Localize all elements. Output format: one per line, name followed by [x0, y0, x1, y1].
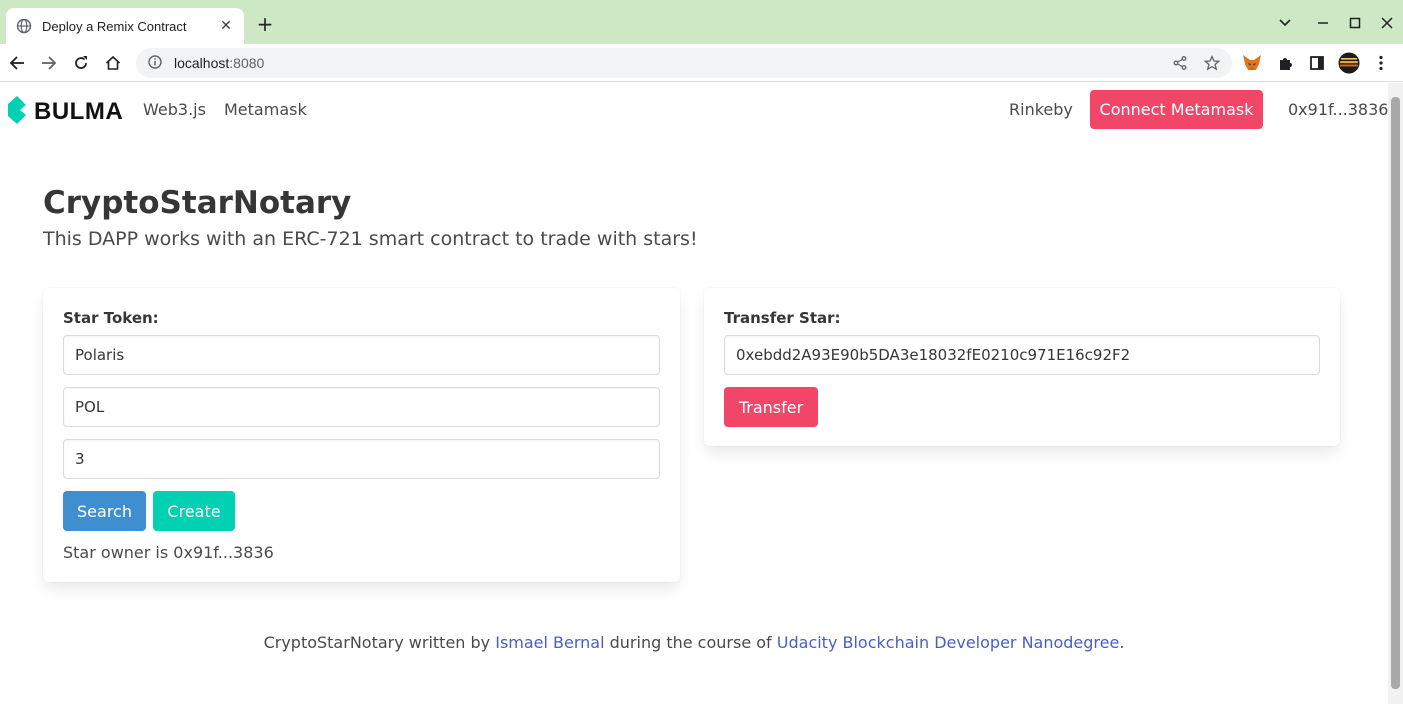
star-token-label: Star Token:: [63, 309, 159, 327]
page-title: CryptoStarNotary: [43, 185, 352, 221]
footer-suffix: .: [1119, 633, 1125, 652]
author-link[interactable]: Ismael Bernal: [495, 633, 604, 652]
brand-logo[interactable]: BULMA: [8, 96, 123, 128]
metamask-fox-icon[interactable]: [1240, 51, 1264, 75]
maximize-icon[interactable]: [1344, 12, 1366, 34]
back-icon[interactable]: [5, 51, 29, 75]
footer: CryptoStarNotary written by Ismael Berna…: [0, 633, 1388, 652]
create-button[interactable]: Create: [153, 491, 235, 531]
search-button[interactable]: Search: [63, 491, 146, 531]
tab-title: Deploy a Remix Contract: [42, 18, 187, 34]
footer-middle: during the course of: [604, 633, 777, 652]
star-owner-text: Star owner is 0x91f...3836: [63, 543, 274, 562]
star-id-input[interactable]: 3: [63, 439, 660, 479]
side-panel-icon[interactable]: [1305, 51, 1329, 75]
course-link[interactable]: Udacity Blockchain Developer Nanodegree: [777, 633, 1120, 652]
forward-icon[interactable]: [37, 51, 61, 75]
share-icon[interactable]: [1172, 55, 1188, 71]
scrollbar-thumb[interactable]: [1391, 97, 1400, 689]
page-scrollbar[interactable]: [1388, 83, 1403, 704]
browser-menu-icon[interactable]: [1369, 51, 1393, 75]
minimize-icon[interactable]: [1312, 12, 1334, 34]
star-name-input[interactable]: Polaris: [63, 335, 660, 375]
url-text: localhost:8080: [174, 55, 265, 71]
transfer-button[interactable]: Transfer: [724, 387, 818, 427]
network-label: Rinkeby: [1009, 100, 1073, 119]
site-info-icon[interactable]: [148, 54, 162, 73]
star-token-card: Star Token: Polaris POL 3 Search Create …: [43, 288, 680, 582]
address-bar[interactable]: localhost:8080: [136, 48, 1232, 78]
star-symbol-input[interactable]: POL: [63, 387, 660, 427]
account-address: 0x91f...3836: [1288, 100, 1389, 119]
reload-icon[interactable]: [69, 51, 93, 75]
close-tab-icon[interactable]: ✕: [218, 18, 234, 34]
tab-search-icon[interactable]: [1274, 12, 1296, 34]
recipient-address-input[interactable]: 0xebdd2A93E90b5DA3e18032fE0210c971E16c92…: [724, 335, 1320, 375]
browser-tab-strip: Deploy a Remix Contract ✕ +: [0, 0, 1403, 44]
extensions-puzzle-icon[interactable]: [1273, 51, 1297, 75]
navbar: BULMA Web3.js Metamask Rinkeby Connect M…: [0, 83, 1388, 137]
home-icon[interactable]: [101, 51, 125, 75]
page-subtitle: This DAPP works with an ERC-721 smart co…: [43, 228, 698, 250]
browser-tab[interactable]: Deploy a Remix Contract ✕: [6, 8, 244, 44]
footer-prefix: CryptoStarNotary written by: [263, 633, 496, 652]
nav-link-web3[interactable]: Web3.js: [143, 100, 206, 119]
nav-link-metamask[interactable]: Metamask: [224, 100, 307, 119]
profile-avatar-icon[interactable]: [1337, 51, 1361, 75]
globe-icon: [16, 18, 32, 34]
transfer-star-label: Transfer Star:: [724, 309, 841, 327]
bookmark-star-icon[interactable]: [1204, 55, 1220, 71]
new-tab-icon[interactable]: +: [255, 14, 275, 34]
transfer-star-card: Transfer Star: 0xebdd2A93E90b5DA3e18032f…: [704, 288, 1340, 446]
bulma-logo-icon: [8, 96, 28, 128]
page-content: BULMA Web3.js Metamask Rinkeby Connect M…: [0, 83, 1388, 704]
brand-wordmark: BULMA: [34, 98, 124, 125]
close-window-icon[interactable]: [1376, 12, 1398, 34]
connect-metamask-button[interactable]: Connect Metamask: [1090, 90, 1263, 129]
browser-toolbar: localhost:8080: [0, 44, 1403, 82]
